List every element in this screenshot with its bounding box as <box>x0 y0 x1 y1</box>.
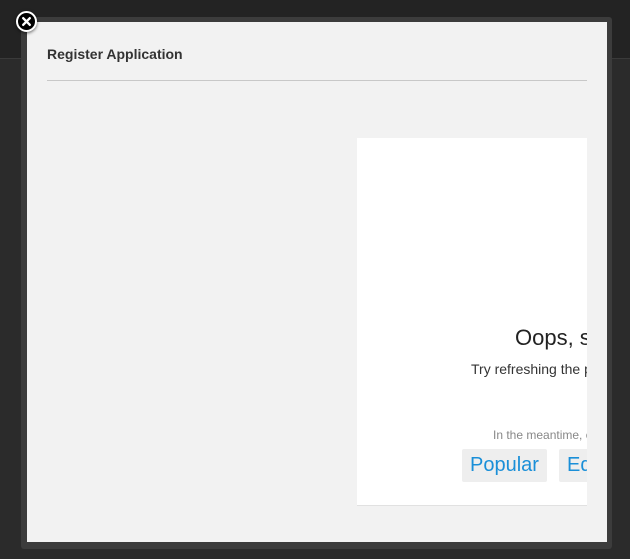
error-message: Try refreshing the page. <box>471 361 587 377</box>
error-card: Oops, something went wrong. Try refreshi… <box>357 138 587 506</box>
error-heading: Oops, something went wrong. <box>515 325 587 350</box>
embedded-frame: Oops, something went wrong. Try refreshi… <box>357 138 587 506</box>
popular-link[interactable]: Popular <box>462 449 547 482</box>
close-icon <box>22 17 31 26</box>
meantime-text: In the meantime, check out <box>493 428 587 442</box>
modal-close-button[interactable] <box>16 11 37 32</box>
modal-divider <box>47 80 587 81</box>
modal-title: Register Application <box>47 46 183 62</box>
editors-link[interactable]: Editors <box>559 449 587 482</box>
register-application-modal: Register Application Oops, something wen… <box>27 22 607 542</box>
